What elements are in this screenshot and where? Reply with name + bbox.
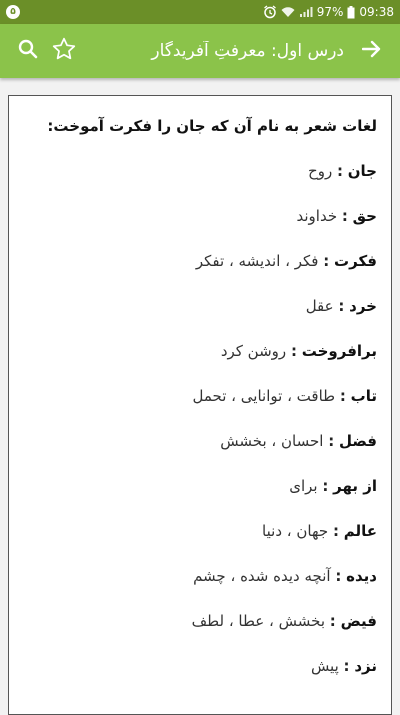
vocab-separator: : bbox=[328, 432, 335, 450]
vocab-separator: : bbox=[290, 342, 297, 360]
status-left: ۵ bbox=[6, 5, 20, 19]
battery-icon bbox=[347, 5, 355, 19]
vocab-item: جان : روح bbox=[23, 159, 377, 183]
vocab-item: فضل : احسان ، بخشش bbox=[23, 429, 377, 453]
wifi-icon bbox=[281, 6, 295, 18]
vocab-term: برافروخت bbox=[301, 342, 377, 360]
vocab-separator: : bbox=[323, 252, 330, 270]
vocab-separator: : bbox=[336, 162, 343, 180]
vocab-term: جان bbox=[347, 162, 377, 180]
vocab-item: دیده : آنچه دیده شده ، چشم bbox=[23, 564, 377, 588]
back-button[interactable] bbox=[354, 33, 390, 69]
vocab-item: از بهر : برای bbox=[23, 474, 377, 498]
vocab-meaning: احسان ، بخشش bbox=[220, 432, 324, 450]
battery-percent: 97% bbox=[316, 5, 344, 19]
vocab-term: فکرت bbox=[334, 252, 377, 270]
vocab-term: فضل bbox=[339, 432, 377, 450]
vocab-meaning: آنچه دیده شده ، چشم bbox=[193, 567, 331, 585]
vocab-item: عالم : جهان ، دنیا bbox=[23, 519, 377, 543]
vocab-separator: : bbox=[335, 567, 342, 585]
vocab-meaning: خداوند bbox=[296, 207, 338, 225]
notification-badge: ۵ bbox=[6, 5, 20, 19]
vocab-item: برافروخت : روشن کرد bbox=[23, 339, 377, 363]
vocab-term: عالم bbox=[343, 522, 377, 540]
vocab-separator: : bbox=[339, 387, 346, 405]
vocab-item: فکرت : فکر ، اندیشه ، تفکر bbox=[23, 249, 377, 273]
page-title: درس اول: معرفتِ آفریدگار bbox=[151, 41, 344, 61]
star-outline-icon bbox=[51, 36, 77, 66]
vocab-separator: : bbox=[343, 657, 350, 675]
vocab-item: حق : خداوند bbox=[23, 204, 377, 228]
search-button[interactable] bbox=[10, 33, 46, 69]
vocab-item: فیض : بخشش ، عطا ، لطف bbox=[23, 609, 377, 633]
clock-time: 09:38 bbox=[359, 5, 394, 19]
vocab-item: تاب : طاقت ، توانایی ، تحمل bbox=[23, 384, 377, 408]
vocab-term: تاب bbox=[350, 387, 377, 405]
signal-icon bbox=[299, 6, 313, 18]
arrow-right-icon bbox=[361, 40, 382, 62]
vocab-meaning: برای bbox=[289, 477, 318, 495]
vocab-separator: : bbox=[341, 207, 348, 225]
search-icon bbox=[18, 39, 38, 63]
vocab-term: حق bbox=[352, 207, 377, 225]
vocab-meaning: روشن کرد bbox=[220, 342, 287, 360]
favorite-button[interactable] bbox=[46, 33, 82, 69]
vocab-term: دیده bbox=[346, 567, 377, 585]
vocab-separator: : bbox=[338, 297, 345, 315]
vocab-meaning: طاقت ، توانایی ، تحمل bbox=[192, 387, 336, 405]
vocab-term: خرد bbox=[349, 297, 377, 315]
vocab-separator: : bbox=[322, 477, 329, 495]
vocab-separator: : bbox=[332, 522, 339, 540]
section-heading: لغات شعر به نام آن که جان را فکرت آموخت: bbox=[47, 117, 377, 135]
content-card: لغات شعر به نام آن که جان را فکرت آموخت:… bbox=[8, 95, 392, 715]
vocab-term: از بهر bbox=[333, 477, 377, 495]
vocab-term: فیض bbox=[340, 612, 377, 630]
vocab-meaning: فکر ، اندیشه ، تفکر bbox=[195, 252, 319, 270]
vocab-list: جان : روح حق : خداوند فکرت : فکر ، اندیشه … bbox=[9, 159, 391, 678]
vocab-item: خرد : عقل bbox=[23, 294, 377, 318]
vocab-meaning: بخشش ، عطا ، لطف bbox=[191, 612, 326, 630]
vocab-meaning: پیش bbox=[310, 657, 339, 675]
status-bar: ۵ 97% 09:38 bbox=[0, 0, 400, 24]
vocab-meaning: عقل bbox=[305, 297, 334, 315]
vocab-term: نزد bbox=[354, 657, 377, 675]
status-right: 97% 09:38 bbox=[263, 5, 394, 19]
app-bar: درس اول: معرفتِ آفریدگار bbox=[0, 24, 400, 78]
vocab-meaning: روح bbox=[308, 162, 333, 180]
vocab-meaning: جهان ، دنیا bbox=[262, 522, 329, 540]
vocab-separator: : bbox=[329, 612, 336, 630]
alarm-icon bbox=[263, 5, 277, 19]
vocab-item: نزد : پیش bbox=[23, 654, 377, 678]
